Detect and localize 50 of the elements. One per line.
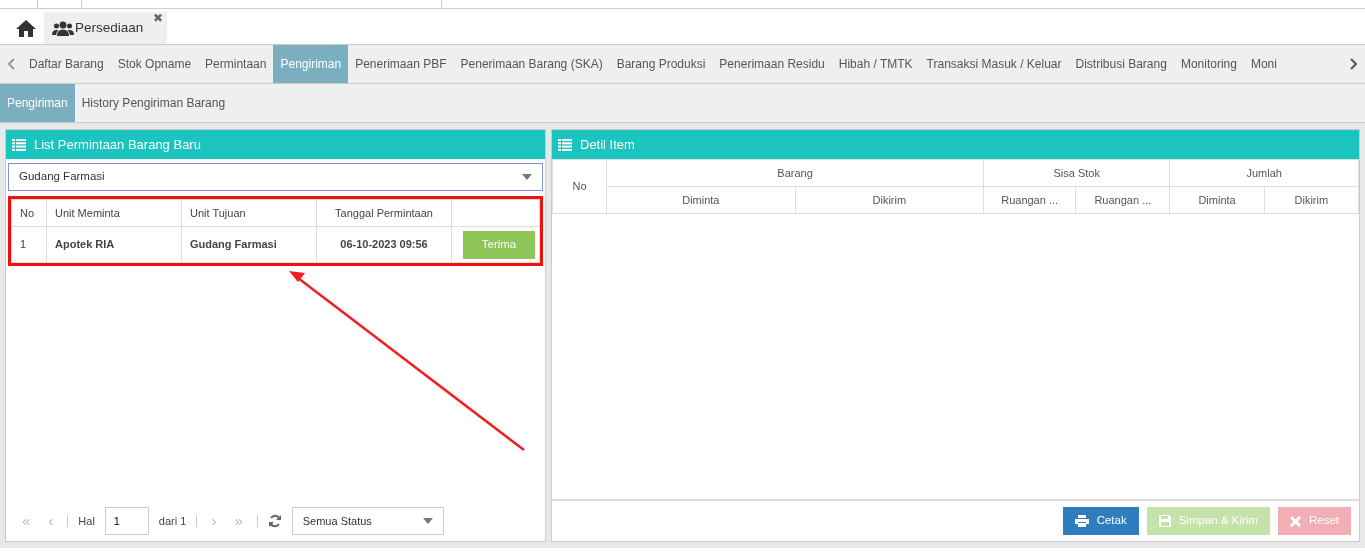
users-icon — [52, 20, 74, 36]
column-header: Unit Tujuan — [181, 199, 317, 227]
table-cell: 1 — [11, 226, 47, 263]
column-header: Tanggal Permintaan — [316, 199, 452, 227]
table-cell: Gudang Farmasi — [181, 226, 317, 263]
column-header: Diminta — [606, 186, 796, 214]
page-input[interactable]: 1 — [104, 507, 149, 535]
caret-icon — [522, 174, 532, 180]
column-header: Ruangan ... — [983, 186, 1076, 214]
panel-title: List Permintaan Barang Baru — [34, 135, 201, 154]
column-header: Barang — [606, 159, 984, 187]
column-header: Sisa Stok — [983, 159, 1170, 187]
close-icon[interactable]: ✖ — [153, 12, 164, 24]
caret-icon — [422, 518, 433, 524]
menu-tab[interactable]: Hibah / TMTK — [831, 45, 920, 83]
table-cell: 06-10-2023 09:56 — [316, 226, 452, 263]
page-count: dari 1 — [158, 513, 187, 529]
column-header: Dikirim — [1264, 186, 1359, 214]
menu-tab[interactable]: Penerimaan PBF — [348, 45, 454, 83]
menu-tab[interactable]: Daftar Barang — [22, 45, 111, 83]
menu-tab[interactable]: Distribusi Barang — [1068, 45, 1174, 83]
menu-tab[interactable]: Stok Opname — [110, 45, 199, 83]
status-select[interactable]: Semua Status — [291, 507, 444, 535]
panel-title: Detil Item — [580, 135, 635, 154]
menu-tab[interactable]: Monitoring — [1173, 45, 1244, 83]
column-header: Jumlah — [1169, 159, 1359, 187]
print-button[interactable]: Cetak — [1062, 507, 1139, 535]
menu-tab[interactable]: Penerimaan Barang (SKA) — [453, 45, 610, 83]
refresh-icon[interactable] — [267, 514, 282, 528]
sub-tab[interactable]: History Pengiriman Barang — [74, 84, 233, 122]
close-icon — [1289, 515, 1301, 527]
list-icon — [12, 138, 26, 151]
menu-tab[interactable]: Transaksi Masuk / Keluar — [919, 45, 1069, 83]
column-header: Dikirim — [795, 186, 984, 214]
column-header: Diminta — [1169, 186, 1265, 214]
unit-select[interactable]: Gudang Farmasi — [8, 163, 543, 191]
menu-tab[interactable]: Barang Produksi — [609, 45, 713, 83]
home-icon — [16, 19, 36, 37]
column-header: Unit Meminta — [46, 199, 182, 227]
menu-tab[interactable]: Moni — [1243, 45, 1284, 83]
list-icon — [558, 138, 572, 151]
column-header: No — [552, 159, 607, 214]
table-cell: Apotek RIA — [46, 226, 182, 263]
page-label: Hal — [78, 513, 95, 529]
column-header: Ruangan ... — [1075, 186, 1170, 214]
menu-tab[interactable]: Penerimaan Residu — [712, 45, 832, 83]
page-tab[interactable]: Persediaan ✖ — [44, 12, 168, 44]
column-header: No — [11, 199, 47, 227]
printer-icon — [1074, 515, 1089, 527]
menu-tab[interactable]: Permintaan — [198, 45, 274, 83]
